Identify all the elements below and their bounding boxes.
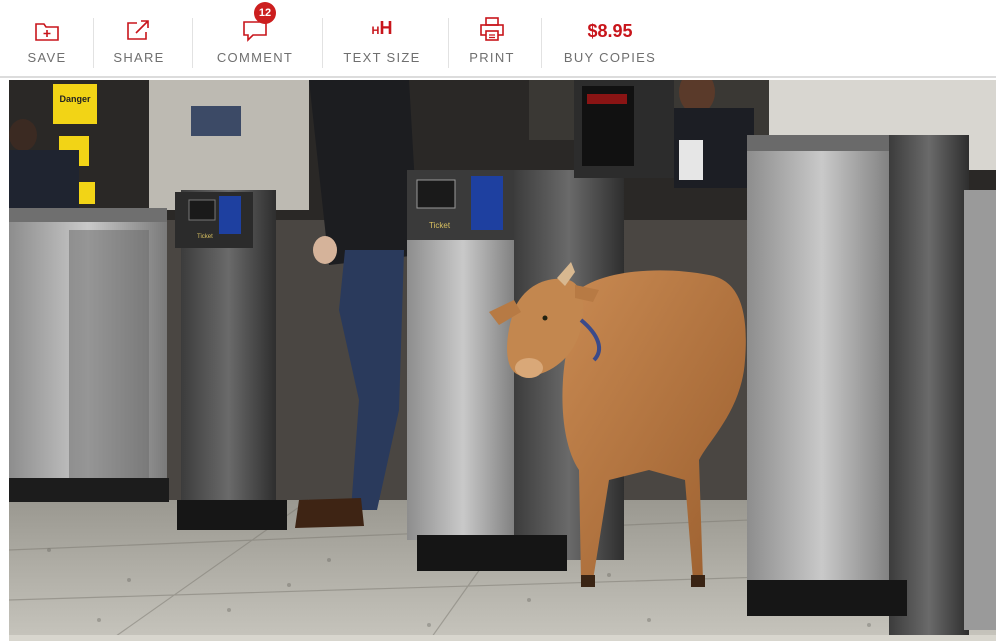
article-photo: Danger Ticket Ticket (9, 80, 996, 641)
save-button[interactable]: SAVE (22, 12, 72, 70)
comment-count-badge: 12 (254, 2, 276, 24)
divider (541, 18, 542, 68)
text-size-icon-large: H (379, 18, 393, 38)
print-icon (479, 12, 505, 42)
divider (192, 18, 193, 68)
divider (448, 18, 449, 68)
price: $8.95 (587, 21, 633, 41)
divider (322, 18, 323, 68)
print-button[interactable]: PRINT (465, 12, 519, 70)
price-display: $8.95 (587, 12, 632, 42)
comment-button[interactable]: 12 COMMENT (209, 2, 301, 70)
comment-icon: 12 (235, 2, 276, 42)
save-icon (34, 12, 60, 42)
share-icon (126, 12, 152, 42)
text-size-icon-small: H (371, 25, 380, 37)
gate-label-center: Ticket (429, 221, 451, 230)
share-button[interactable]: SHARE (108, 12, 170, 70)
buy-copies-button[interactable]: $8.95 BUY COPIES (558, 12, 662, 70)
text-size-label: TEXT SIZE (343, 50, 421, 65)
photo-illustration: Danger Ticket Ticket (9, 80, 996, 641)
gate-label-left: Ticket (197, 234, 213, 240)
comment-label: COMMENT (216, 50, 294, 65)
print-label: PRINT (469, 50, 515, 65)
buy-copies-label: BUY COPIES (563, 50, 657, 65)
divider (93, 18, 94, 68)
text-size-icon: H H (372, 12, 393, 42)
share-label: SHARE (113, 50, 165, 65)
svg-text:Danger: Danger (59, 94, 91, 104)
text-size-button[interactable]: H H TEXT SIZE (338, 12, 426, 70)
article-toolbar: SAVE SHARE 12 COMMENT H H TEXT SIZE PRIN… (0, 0, 996, 78)
save-label: SAVE (27, 50, 67, 65)
